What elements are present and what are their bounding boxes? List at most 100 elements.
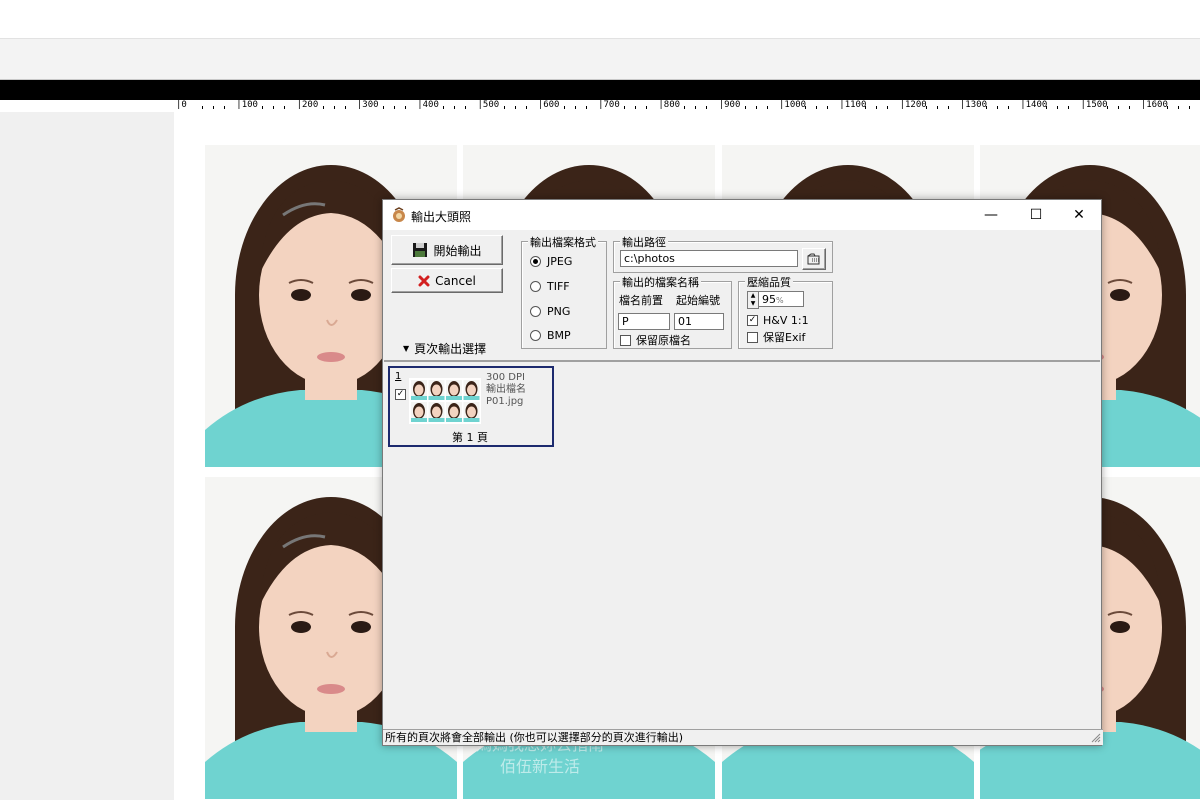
format-option-tiff[interactable]: TIFF: [530, 280, 570, 293]
hv-ratio-option[interactable]: ✓ H&V 1:1: [747, 314, 809, 327]
thumbnail-portrait: [428, 380, 445, 400]
app-icon: [393, 207, 405, 222]
format-option-bmp[interactable]: BMP: [530, 329, 571, 342]
app-title-strip: [0, 80, 1200, 100]
status-bar: 所有的頁次將會全部輸出 (你也可以選擇部分的頁次進行輸出): [383, 729, 1103, 745]
format-option-label: TIFF: [547, 280, 570, 293]
ruler-minor-tick: [1188, 106, 1190, 109]
ruler-tick-label: |1500: [1080, 100, 1108, 110]
ruler-minor-tick: [1106, 106, 1108, 109]
page-filename: P01.jpg: [486, 396, 524, 407]
ruler-minor-tick: [1177, 106, 1179, 109]
format-option-png[interactable]: PNG: [530, 305, 570, 318]
ruler-tick-label: |500: [477, 100, 500, 110]
ruler-minor-tick: [563, 106, 565, 109]
horizontal-ruler: |0 |100 |200 |300 |400 |500 |600 |700 |800 |900 |1…: [0, 100, 1200, 112]
browse-folder-button[interactable]: [802, 248, 826, 270]
folder-browse-icon: [807, 253, 820, 265]
ruler-tick-label: |0: [176, 100, 187, 110]
format-option-label: PNG: [547, 305, 571, 318]
ruler-minor-tick: [695, 106, 697, 109]
page-output-options-label: 頁次輸出選擇: [414, 342, 487, 356]
watermark-line: 佰伍新生活: [499, 757, 580, 776]
ruler-minor-tick: [322, 106, 324, 109]
ruler-minor-tick: [202, 106, 203, 109]
checkbox[interactable]: [747, 331, 758, 343]
ruler-tick-label: |1000: [779, 100, 807, 110]
ruler-tick-label: |900: [718, 100, 741, 110]
cancel-label: Cancel: [435, 273, 476, 288]
ruler-minor-tick: [465, 106, 467, 109]
keep-exif-label: 保留Exif: [763, 331, 806, 344]
keep-original-name-option[interactable]: 保留原檔名: [620, 332, 691, 348]
prefix-input[interactable]: P: [618, 313, 670, 330]
radio-button[interactable]: [530, 256, 541, 267]
ruler-minor-tick: [585, 106, 587, 109]
dialog-title: 輸出大頭照: [411, 210, 472, 224]
thumbnail-portrait: [463, 402, 480, 422]
ruler-tick-label: |100: [236, 100, 258, 110]
format-group: 輸出檔案格式 JPEG TIFF PNG BMP: [521, 234, 607, 349]
cancel-button[interactable]: Cancel: [391, 268, 503, 293]
page-output-options-toggle[interactable]: ▼ 頁次輸出選擇: [403, 340, 486, 357]
thumbnail-portrait: [411, 380, 427, 400]
start-number-input[interactable]: 01: [674, 313, 724, 330]
ruler-minor-tick: [706, 106, 708, 109]
radio-button[interactable]: [530, 281, 541, 292]
format-option-jpeg[interactable]: JPEG: [530, 255, 572, 268]
ruler-minor-tick: [684, 106, 686, 109]
dialog-titlebar[interactable]: 輸出大頭照 — ☐ ✕: [383, 200, 1101, 230]
quality-unit: %: [776, 296, 784, 305]
page-checkbox[interactable]: ✓: [395, 389, 406, 400]
ruler-minor-tick: [936, 106, 938, 109]
filename-group-label: 輸出的檔案名稱: [620, 274, 701, 290]
page-item[interactable]: 1 ✓ 300 DPI 輸出檔名 P01.jpg 第 1 頁: [388, 366, 554, 447]
start-export-button[interactable]: 開始輸出: [391, 235, 503, 265]
prefix-header: 檔名前置: [619, 294, 663, 307]
filename-group: 輸出的檔案名稱 檔名前置 起始編號 P 01 保留原檔名: [613, 274, 732, 349]
ruler-tick-label: |800: [658, 100, 681, 110]
ruler-minor-tick: [876, 106, 878, 109]
thumbnail-portrait: [446, 402, 462, 422]
ruler-tick-label: |1200: [899, 100, 927, 110]
output-path-label: 輸出路徑: [620, 234, 668, 250]
ruler-minor-tick: [333, 106, 335, 109]
ruler-minor-tick: [646, 106, 648, 109]
ruler-minor-tick: [887, 106, 889, 109]
output-path-input[interactable]: c:\photos: [620, 250, 798, 267]
ruler-tick-label: |600: [537, 100, 560, 110]
close-button[interactable]: ✕: [1057, 200, 1101, 230]
ruler-minor-tick: [635, 106, 637, 109]
ruler-minor-tick: [454, 106, 456, 109]
ruler-minor-tick: [766, 106, 768, 109]
thumbnail-portrait: [463, 380, 480, 400]
thumbnail-portrait: [428, 402, 445, 422]
checkbox[interactable]: [620, 334, 631, 346]
quality-group: 壓縮品質 ▲ ▼ 95% ✓ H&V 1:1 保留Exif: [738, 274, 833, 349]
checkbox-checked[interactable]: ✓: [747, 315, 758, 326]
ruler-tick-label: |300: [356, 100, 379, 110]
ruler-minor-tick: [1117, 106, 1119, 109]
page-label: 第 1 頁: [452, 431, 488, 444]
page-output-label: 輸出檔名: [486, 384, 526, 395]
ruler-minor-tick: [393, 106, 395, 109]
ruler-tick-label: |700: [598, 100, 620, 110]
quality-input[interactable]: 95%: [758, 291, 804, 307]
keep-exif-option[interactable]: 保留Exif: [747, 329, 805, 345]
radio-button[interactable]: [530, 330, 541, 341]
left-panel: [0, 112, 174, 800]
ruler-minor-tick: [985, 106, 987, 109]
keep-original-name-label: 保留原檔名: [636, 334, 691, 347]
floppy-disk-icon: [413, 243, 428, 257]
page-dpi: 300 DPI: [486, 372, 525, 383]
resize-grip-icon[interactable]: [1091, 733, 1101, 743]
page-number: 1: [395, 371, 402, 382]
radio-button[interactable]: [530, 306, 541, 317]
ruler-minor-tick: [443, 106, 445, 109]
red-x-icon: [418, 275, 430, 286]
ruler-minor-tick: [827, 106, 828, 109]
maximize-button[interactable]: ☐: [1014, 200, 1058, 230]
minimize-button[interactable]: —: [969, 200, 1013, 230]
app-toolbar: [0, 38, 1200, 81]
ruler-minor-tick: [755, 106, 757, 109]
